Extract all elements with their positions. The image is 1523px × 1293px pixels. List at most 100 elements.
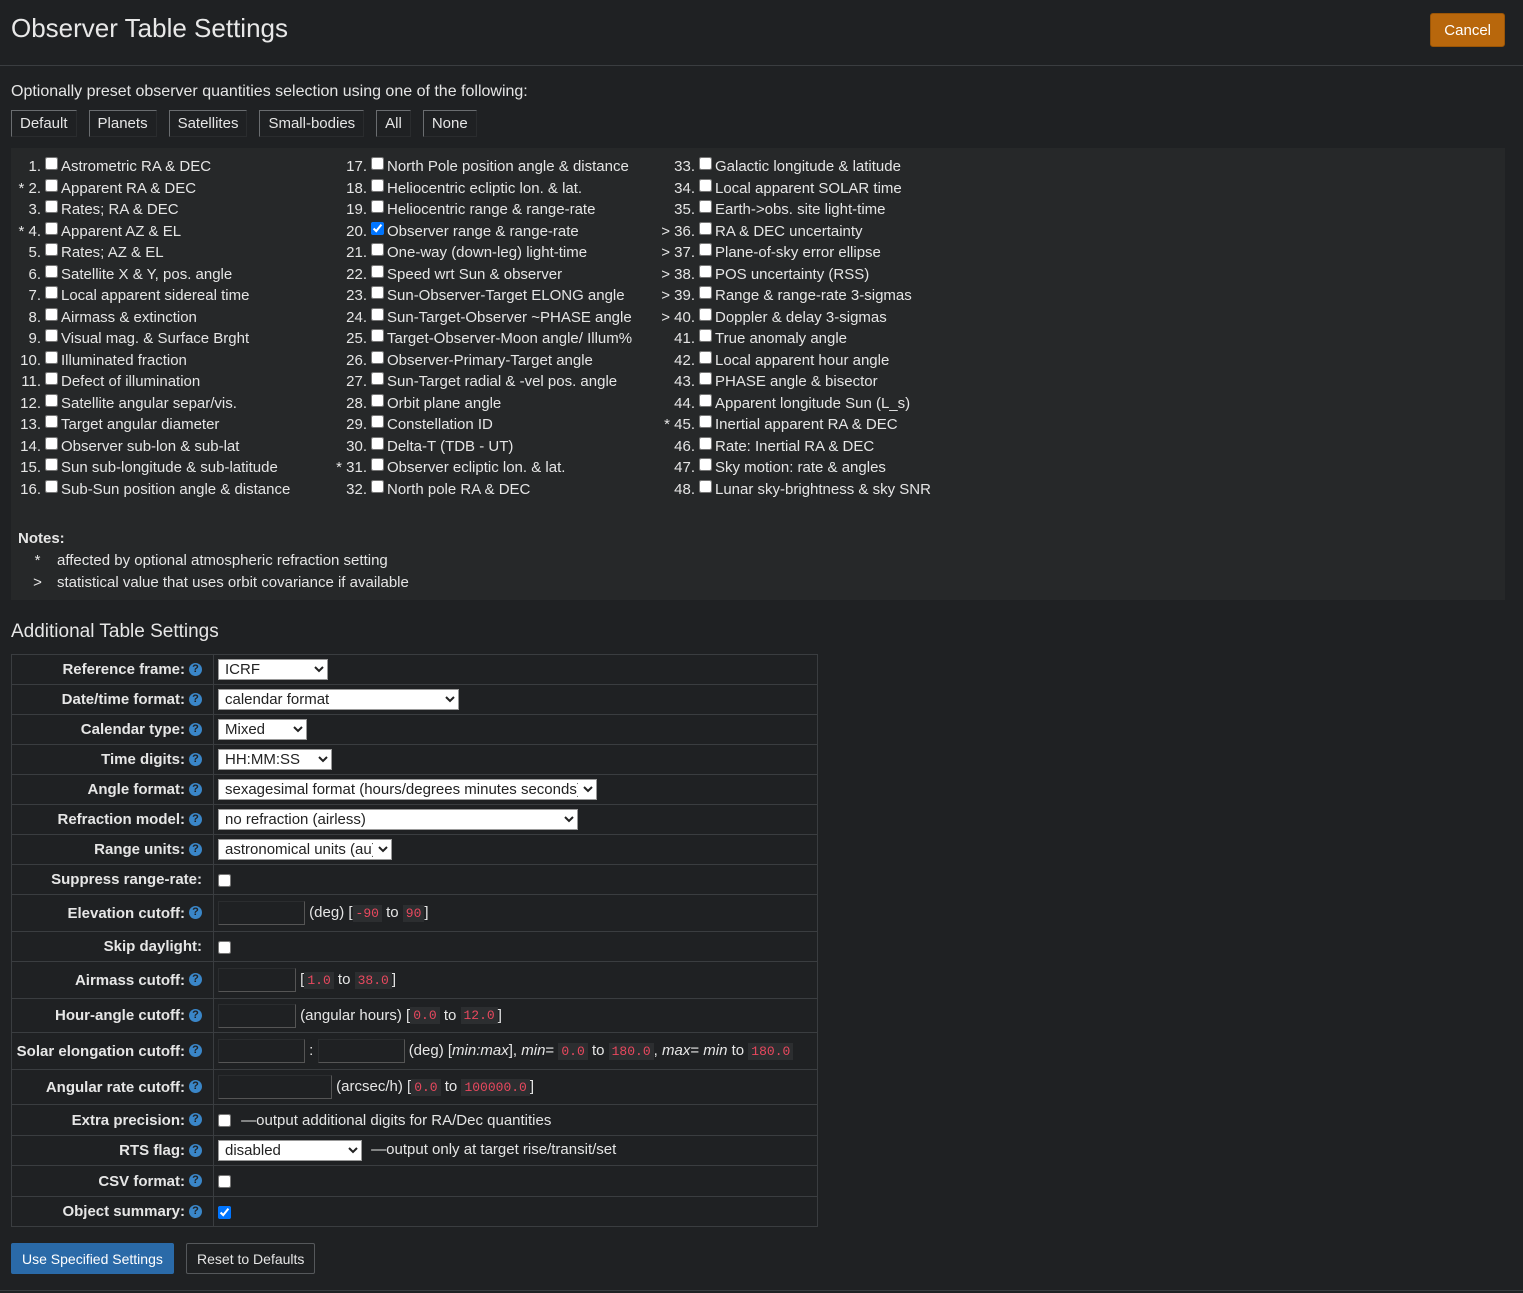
quantity-checkbox[interactable] <box>699 415 712 429</box>
skip-daylight-checkbox[interactable] <box>218 940 231 954</box>
quantity-checkbox[interactable] <box>45 372 58 386</box>
quantity-checkbox[interactable] <box>371 243 384 257</box>
elevation-cutoff-input[interactable] <box>218 901 305 925</box>
extra-precision-checkbox[interactable] <box>218 1114 231 1128</box>
help-icon[interactable]: ? <box>189 1080 202 1094</box>
quantity-checkbox[interactable] <box>371 458 384 472</box>
range-units-select[interactable]: astronomical units (au) <box>218 839 392 860</box>
quantity-checkbox[interactable] <box>45 264 58 278</box>
quantity-checkbox[interactable] <box>699 329 712 343</box>
quantity-item: 28. Orbit plane angle <box>325 393 632 415</box>
quantity-checkbox[interactable] <box>45 200 58 214</box>
quantity-label: Doppler & delay 3-sigmas <box>715 308 887 326</box>
quantity-checkbox[interactable] <box>371 157 384 171</box>
time-digits-select[interactable]: HH:MM:SS <box>218 749 332 770</box>
quantity-checkbox[interactable] <box>45 415 58 429</box>
help-icon[interactable]: ? <box>189 1113 202 1127</box>
suppress-range-rate-checkbox[interactable] <box>218 873 231 887</box>
quantity-item: 47. Sky motion: rate & angles <box>651 457 931 479</box>
quantity-checkbox[interactable] <box>45 243 58 257</box>
quantity-checkbox[interactable] <box>699 372 712 386</box>
preset-none-button[interactable]: None <box>422 110 477 137</box>
airmass-cutoff-input[interactable] <box>218 968 296 992</box>
quantity-checkbox[interactable] <box>699 436 712 450</box>
setting-label: Refraction model: <box>57 811 185 828</box>
quantity-checkbox[interactable] <box>45 436 58 450</box>
reset-to-defaults-button[interactable]: Reset to Defaults <box>186 1243 316 1274</box>
use-specified-settings-button[interactable]: Use Specified Settings <box>11 1243 174 1274</box>
help-icon[interactable]: ? <box>189 1174 202 1188</box>
quantity-checkbox[interactable] <box>45 350 58 364</box>
quantity-label: Astrometric RA & DEC <box>61 158 212 176</box>
quantity-checkbox[interactable] <box>699 350 712 364</box>
quantity-checkbox[interactable] <box>45 458 58 472</box>
quantity-checkbox[interactable] <box>45 178 58 192</box>
help-icon[interactable]: ? <box>189 812 202 826</box>
quantity-checkbox[interactable] <box>371 479 384 493</box>
help-icon[interactable]: ? <box>189 722 202 736</box>
object-summary-checkbox[interactable] <box>218 1205 231 1219</box>
quantity-checkbox[interactable] <box>45 393 58 407</box>
help-icon[interactable]: ? <box>189 752 202 766</box>
quantity-checkbox[interactable] <box>45 329 58 343</box>
quantity-checkbox[interactable] <box>371 329 384 343</box>
quantity-checkbox[interactable] <box>371 436 384 450</box>
quantity-label: Heliocentric range & range-rate <box>387 201 596 219</box>
help-icon[interactable]: ? <box>189 1204 202 1218</box>
solar-elongation-max-input[interactable] <box>317 1039 405 1063</box>
quantity-checkbox[interactable] <box>45 221 58 235</box>
help-icon[interactable]: ? <box>189 906 202 920</box>
quantity-checkbox[interactable] <box>45 307 58 321</box>
quantity-checkbox[interactable] <box>371 200 384 214</box>
preset-satellites-button[interactable]: Satellites <box>168 110 248 137</box>
solar-elongation-min-input[interactable] <box>218 1039 305 1063</box>
quantity-checkbox[interactable] <box>371 372 384 386</box>
angular-rate-cutoff-input[interactable] <box>218 1075 332 1099</box>
quantity-checkbox[interactable] <box>371 415 384 429</box>
angle-format-select[interactable]: sexagesimal format (hours/degrees minute… <box>218 779 597 800</box>
quantity-checkbox[interactable] <box>699 286 712 300</box>
quantity-checkbox[interactable] <box>699 221 712 235</box>
help-icon[interactable]: ? <box>189 662 202 676</box>
quantity-checkbox[interactable] <box>699 200 712 214</box>
quantity-checkbox[interactable] <box>699 393 712 407</box>
preset-default-button[interactable]: Default <box>11 110 77 137</box>
quantity-checkbox[interactable] <box>699 178 712 192</box>
rts-flag-select[interactable]: disabled <box>218 1140 362 1161</box>
quantity-checkbox[interactable] <box>45 157 58 171</box>
csv-format-checkbox[interactable] <box>218 1175 231 1189</box>
quantity-checkbox[interactable] <box>699 157 712 171</box>
preset-all-button[interactable]: All <box>376 110 411 137</box>
quantity-checkbox[interactable] <box>699 243 712 257</box>
quantity-checkbox[interactable] <box>371 286 384 300</box>
help-icon[interactable]: ? <box>189 1143 202 1157</box>
reference-frame-select[interactable]: ICRF <box>218 659 328 680</box>
help-icon[interactable]: ? <box>189 692 202 706</box>
quantity-item: 33. Galactic longitude & latitude <box>651 156 931 178</box>
preset-small-bodies-button[interactable]: Small-bodies <box>259 110 365 137</box>
quantity-checkbox[interactable] <box>371 221 384 235</box>
quantity-checkbox[interactable] <box>45 286 58 300</box>
quantity-checkbox[interactable] <box>371 264 384 278</box>
quantity-checkbox[interactable] <box>371 178 384 192</box>
help-icon[interactable]: ? <box>189 1008 202 1022</box>
quantity-number: 8. <box>28 308 41 326</box>
hour-angle-cutoff-input[interactable] <box>218 1003 296 1028</box>
help-icon[interactable]: ? <box>189 842 202 856</box>
quantity-checkbox[interactable] <box>699 307 712 321</box>
quantity-checkbox[interactable] <box>45 479 58 493</box>
quantity-checkbox[interactable] <box>371 350 384 364</box>
quantity-checkbox[interactable] <box>699 264 712 278</box>
quantity-checkbox[interactable] <box>699 479 712 493</box>
help-icon[interactable]: ? <box>189 973 202 987</box>
datetime-format-select[interactable]: calendar format <box>218 689 459 710</box>
calendar-type-select[interactable]: Mixed <box>218 719 307 740</box>
preset-planets-button[interactable]: Planets <box>88 110 157 137</box>
quantity-checkbox[interactable] <box>371 393 384 407</box>
refraction-model-select[interactable]: no refraction (airless) <box>218 809 578 830</box>
quantity-checkbox[interactable] <box>699 458 712 472</box>
help-icon[interactable]: ? <box>189 782 202 796</box>
cancel-button[interactable]: Cancel <box>1430 13 1505 47</box>
help-icon[interactable]: ? <box>189 1044 202 1058</box>
quantity-checkbox[interactable] <box>371 307 384 321</box>
